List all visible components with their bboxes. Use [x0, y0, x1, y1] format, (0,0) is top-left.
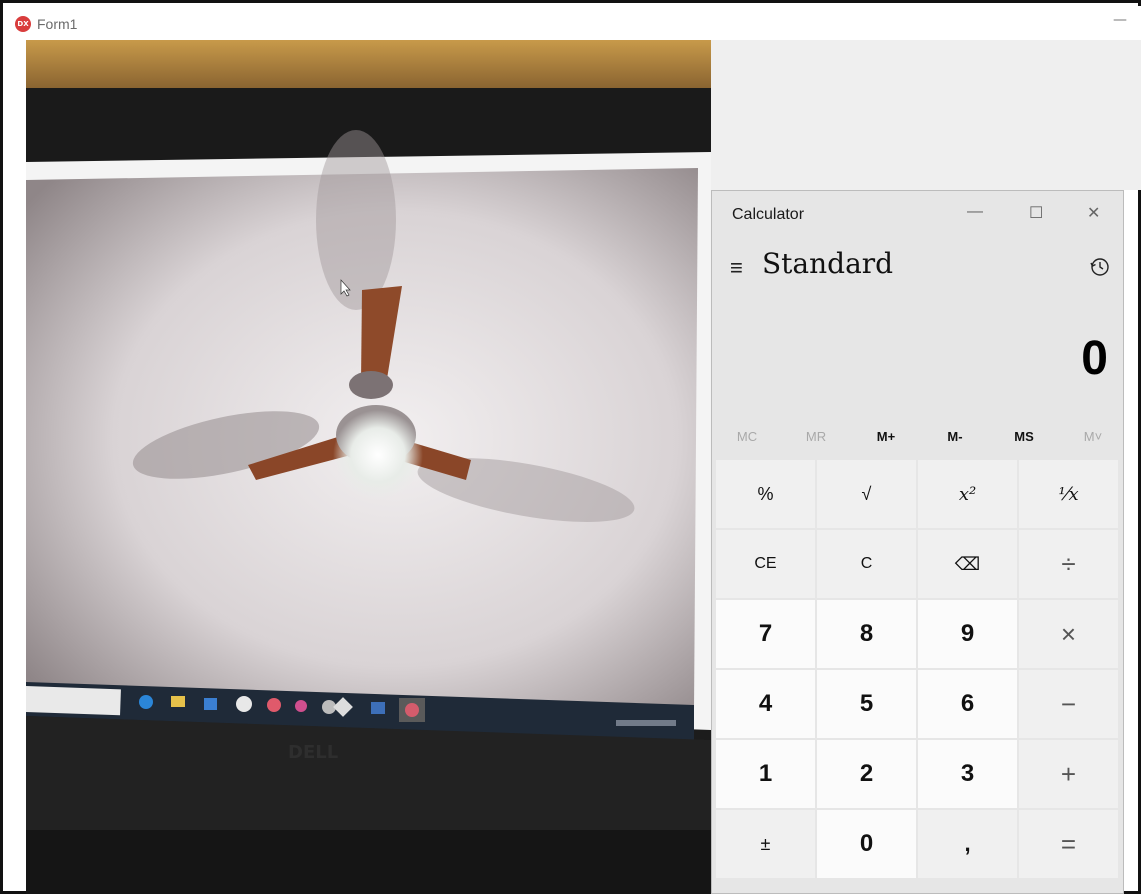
form-title: Form1: [37, 16, 78, 32]
square-button[interactable]: x²: [918, 460, 1017, 528]
history-icon[interactable]: [1088, 255, 1112, 279]
display-result: 0: [1081, 332, 1108, 385]
calculator-titlebar[interactable]: Calculator — ☐ ✕: [712, 191, 1123, 237]
multiply-button[interactable]: ×: [1019, 600, 1118, 668]
digit-1-button[interactable]: 1: [716, 740, 815, 808]
add-button[interactable]: +: [1019, 740, 1118, 808]
clear-entry-button[interactable]: CE: [716, 530, 815, 598]
calculator-window: Calculator — ☐ ✕ ≡ Standard 0 MC MR M+ M…: [711, 190, 1124, 894]
digit-7-button[interactable]: 7: [716, 600, 815, 668]
subtract-button[interactable]: −: [1019, 670, 1118, 738]
mode-title: Standard: [762, 247, 894, 280]
digit-6-button[interactable]: 6: [918, 670, 1017, 738]
form-window: DX Form1 — DELL Calculator — ☐ ✕ ≡ Stand…: [0, 0, 1141, 894]
memory-row: MC MR M+ M- MS M˅: [717, 429, 1120, 453]
square-root-button[interactable]: √: [817, 460, 916, 528]
memory-list-button[interactable]: M˅: [1063, 429, 1123, 444]
app-logo-icon: DX: [15, 16, 31, 32]
calculator-maximize-button[interactable]: ☐: [1029, 203, 1043, 223]
clear-button[interactable]: C: [817, 530, 916, 598]
equals-button[interactable]: =: [1019, 810, 1118, 878]
digit-0-button[interactable]: 0: [817, 810, 916, 878]
memory-subtract-button[interactable]: M-: [925, 429, 985, 444]
reciprocal-button[interactable]: ⅟x: [1019, 460, 1118, 528]
digit-8-button[interactable]: 8: [817, 600, 916, 668]
digit-2-button[interactable]: 2: [817, 740, 916, 808]
decimal-button[interactable]: ,: [918, 810, 1017, 878]
calculator-title: Calculator: [732, 206, 805, 223]
digit-3-button[interactable]: 3: [918, 740, 1017, 808]
memory-recall-button[interactable]: MR: [786, 429, 846, 444]
digit-9-button[interactable]: 9: [918, 600, 1017, 668]
memory-clear-button[interactable]: MC: [717, 429, 777, 444]
memory-add-button[interactable]: M+: [856, 429, 916, 444]
memory-store-button[interactable]: MS: [994, 429, 1054, 444]
negate-button[interactable]: ±: [716, 810, 815, 878]
camera-feed-image: DELL: [26, 40, 711, 894]
calculator-minimize-button[interactable]: —: [967, 203, 983, 221]
form-titlebar: DX Form1 —: [6, 6, 1141, 40]
digit-5-button[interactable]: 5: [817, 670, 916, 738]
camera-photo-drawing: DELL: [26, 40, 711, 894]
backspace-button[interactable]: ⌫: [918, 530, 1017, 598]
digit-4-button[interactable]: 4: [716, 670, 815, 738]
form-minimize-button[interactable]: —: [1113, 12, 1127, 28]
empty-form-area: [711, 40, 1141, 190]
svg-text:DELL: DELL: [288, 742, 338, 763]
calculator-close-button[interactable]: ✕: [1087, 203, 1100, 223]
percent-button[interactable]: %: [716, 460, 815, 528]
hamburger-menu-icon[interactable]: ≡: [730, 255, 743, 281]
divide-button[interactable]: ÷: [1019, 530, 1118, 598]
